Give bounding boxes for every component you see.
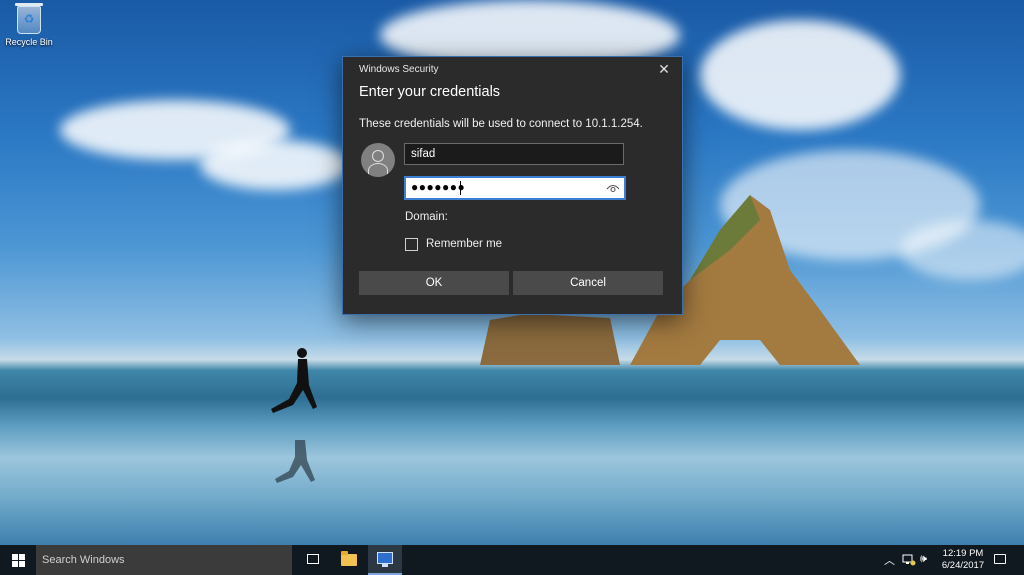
close-button[interactable]: ✕	[654, 60, 674, 78]
recycle-bin-shortcut[interactable]: Recycle Bin	[4, 3, 54, 47]
credentials-dialog: Windows Security ✕ Enter your credential…	[342, 56, 683, 315]
task-view-button[interactable]	[296, 545, 330, 575]
recycle-bin-label: Recycle Bin	[5, 37, 53, 47]
cloud	[700, 20, 900, 130]
remote-desktop-button[interactable]	[368, 545, 402, 575]
remember-me-label[interactable]: Remember me	[426, 238, 502, 250]
cancel-button[interactable]: Cancel	[513, 271, 663, 295]
file-explorer-button[interactable]	[332, 545, 366, 575]
user-avatar-icon	[361, 143, 395, 177]
volume-icon[interactable]: 🕪	[920, 553, 927, 566]
task-view-icon	[307, 554, 319, 564]
windows-logo-icon	[12, 554, 25, 567]
cloud	[900, 220, 1024, 280]
show-hidden-icons-chevron-icon[interactable]: ︿	[884, 552, 895, 568]
start-button[interactable]	[0, 545, 36, 575]
reveal-password-eye-icon[interactable]	[606, 181, 620, 195]
dialog-title: Enter your credentials	[359, 84, 501, 100]
dialog-caption: Windows Security	[359, 64, 439, 75]
remote-desktop-icon	[377, 552, 393, 567]
network-icon[interactable]	[902, 554, 916, 566]
domain-label: Domain:	[405, 211, 448, 223]
search-placeholder: Search Windows	[42, 554, 125, 566]
dialog-description: These credentials will be used to connec…	[359, 118, 643, 130]
password-input[interactable]: ●●●●●●●	[404, 176, 626, 200]
folder-icon	[341, 551, 357, 566]
clock-date: 6/24/2017	[941, 560, 985, 571]
password-masked-value: ●●●●●●●	[411, 180, 466, 194]
remember-me-checkbox[interactable]	[405, 238, 418, 251]
taskbar-search-box[interactable]: Search Windows	[36, 545, 292, 575]
taskbar: Search Windows ︿ 🕪 12:19 PM 6/24/2017	[0, 545, 1024, 575]
clock-time: 12:19 PM	[942, 548, 984, 559]
clock[interactable]: 12:19 PM 6/24/2017	[936, 548, 990, 572]
close-icon: ✕	[658, 61, 670, 77]
text-caret	[460, 181, 461, 195]
action-center-icon[interactable]	[994, 554, 1006, 564]
runner-silhouette	[271, 348, 317, 483]
ok-button[interactable]: OK	[359, 271, 509, 295]
cloud	[200, 140, 350, 190]
recycle-bin-icon	[15, 3, 43, 34]
username-input[interactable]	[404, 143, 624, 165]
